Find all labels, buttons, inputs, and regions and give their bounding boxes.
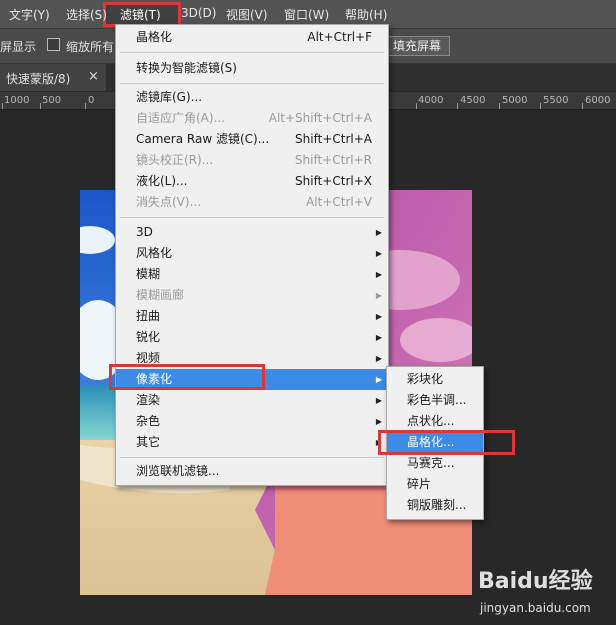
menu-item-blur-gallery: 模糊画廊 ▶ — [116, 285, 388, 306]
watermark-brand: Baidu经验 — [478, 569, 593, 594]
document-tab[interactable]: 快速蒙版/8) × — [0, 64, 106, 91]
document-tab-label: 快速蒙版/8) — [6, 72, 71, 86]
menu-3d[interactable]: 3D(D) — [181, 6, 216, 20]
submenu-arrow-icon: ▶ — [375, 354, 382, 363]
submenu-arrow-icon: ▶ — [375, 228, 382, 237]
ruler-label: 4500 — [460, 95, 486, 106]
menu-item-convert-smart-filter[interactable]: 转换为智能滤镜(S) — [116, 58, 388, 79]
menu-filter[interactable]: 滤镜(T) — [120, 6, 161, 23]
menu-type[interactable]: 文字(Y) — [9, 6, 50, 23]
menu-item-lens-correction: 镜头校正(R)... Shift+Ctrl+R — [136, 153, 372, 167]
menu-help[interactable]: 帮助(H) — [345, 6, 387, 23]
submenu-arrow-icon: ▶ — [375, 249, 382, 258]
submenu-item-mezzotint[interactable]: 铜版雕刻... — [387, 495, 483, 516]
menu-item-render[interactable]: 渲染 ▶ — [116, 390, 388, 411]
submenu-item-fragment[interactable]: 碎片 — [387, 474, 483, 495]
submenu-item-pointillize[interactable]: 点状化... — [387, 411, 483, 432]
fill-screen-button[interactable]: 填充屏幕 — [384, 36, 451, 56]
submenu-item-facet[interactable]: 彩块化 — [387, 369, 483, 390]
menu-item-3d[interactable]: 3D ▶ — [116, 222, 388, 243]
pixelate-annotation-box — [109, 364, 265, 390]
baidu-jingyan-watermark: Baidu经验 jingyan.baidu.com — [478, 563, 613, 621]
submenu-arrow-icon: ▶ — [375, 417, 382, 426]
close-tab-icon[interactable]: × — [88, 69, 99, 84]
show-label: 屏显示 — [0, 40, 37, 54]
zoom-all-checkbox[interactable] — [47, 38, 60, 51]
submenu-arrow-icon: ▶ — [375, 312, 382, 321]
submenu-arrow-icon: ▶ — [375, 270, 382, 279]
menu-view[interactable]: 视图(V) — [226, 6, 268, 23]
menu-item-browse-filters-online[interactable]: 浏览联机滤镜... — [116, 461, 388, 482]
menu-item-distort[interactable]: 扭曲 ▶ — [116, 306, 388, 327]
submenu-arrow-icon: ▶ — [375, 375, 382, 384]
menu-separator — [120, 457, 384, 458]
ruler-label: 5500 — [543, 95, 569, 106]
menu-item-liquify[interactable]: 液化(L)... Shift+Ctrl+X — [116, 171, 388, 192]
menu-item-filter-gallery[interactable]: 滤镜库(G)... — [116, 87, 388, 108]
filter-dropdown-menu: 晶格化 Alt+Ctrl+F 转换为智能滤镜(S) 滤镜库(G)... 自适应广角… — [115, 24, 389, 486]
submenu-arrow-icon: ▶ — [375, 396, 382, 405]
watermark-url: jingyan.baidu.com — [480, 601, 591, 615]
submenu-item-color-halftone[interactable]: 彩色半调... — [387, 390, 483, 411]
submenu-arrow-icon: ▶ — [375, 291, 382, 300]
menu-separator — [120, 217, 384, 218]
menu-item-other[interactable]: 其它 ▶ — [116, 432, 388, 453]
ruler-label: 5000 — [502, 95, 528, 106]
menu-item-noise[interactable]: 杂色 ▶ — [116, 411, 388, 432]
menu-item-adaptive-wide-angle: 自适应广角(A)... Alt+Shift+Ctrl+A — [136, 111, 372, 125]
ruler-label: 0 — [88, 95, 95, 106]
menu-item-camera-raw[interactable]: Camera Raw 滤镜(C)... Shift+Ctrl+A — [116, 129, 388, 150]
menu-select[interactable]: 选择(S) — [66, 6, 107, 23]
submenu-arrow-icon: ▶ — [375, 333, 382, 342]
ruler-label: 4000 — [418, 95, 444, 106]
menu-separator — [120, 83, 384, 84]
menu-item-blur[interactable]: 模糊 ▶ — [116, 264, 388, 285]
menu-window[interactable]: 窗口(W) — [284, 6, 329, 23]
ruler-label: 500 — [42, 95, 62, 106]
menu-item-last-filter[interactable]: 晶格化 Alt+Ctrl+F — [116, 27, 388, 48]
ruler-label: 6000 — [585, 95, 611, 106]
submenu-item-mosaic[interactable]: 马赛克... — [387, 453, 483, 474]
crystallize-annotation-box — [378, 430, 515, 455]
menu-item-vanishing-point: 消失点(V)... Alt+Ctrl+V — [136, 195, 372, 209]
ruler-label: 1000 — [4, 95, 30, 106]
menu-separator — [120, 52, 384, 53]
menu-item-stylize[interactable]: 风格化 ▶ — [116, 243, 388, 264]
menu-item-sharpen[interactable]: 锐化 ▶ — [116, 327, 388, 348]
